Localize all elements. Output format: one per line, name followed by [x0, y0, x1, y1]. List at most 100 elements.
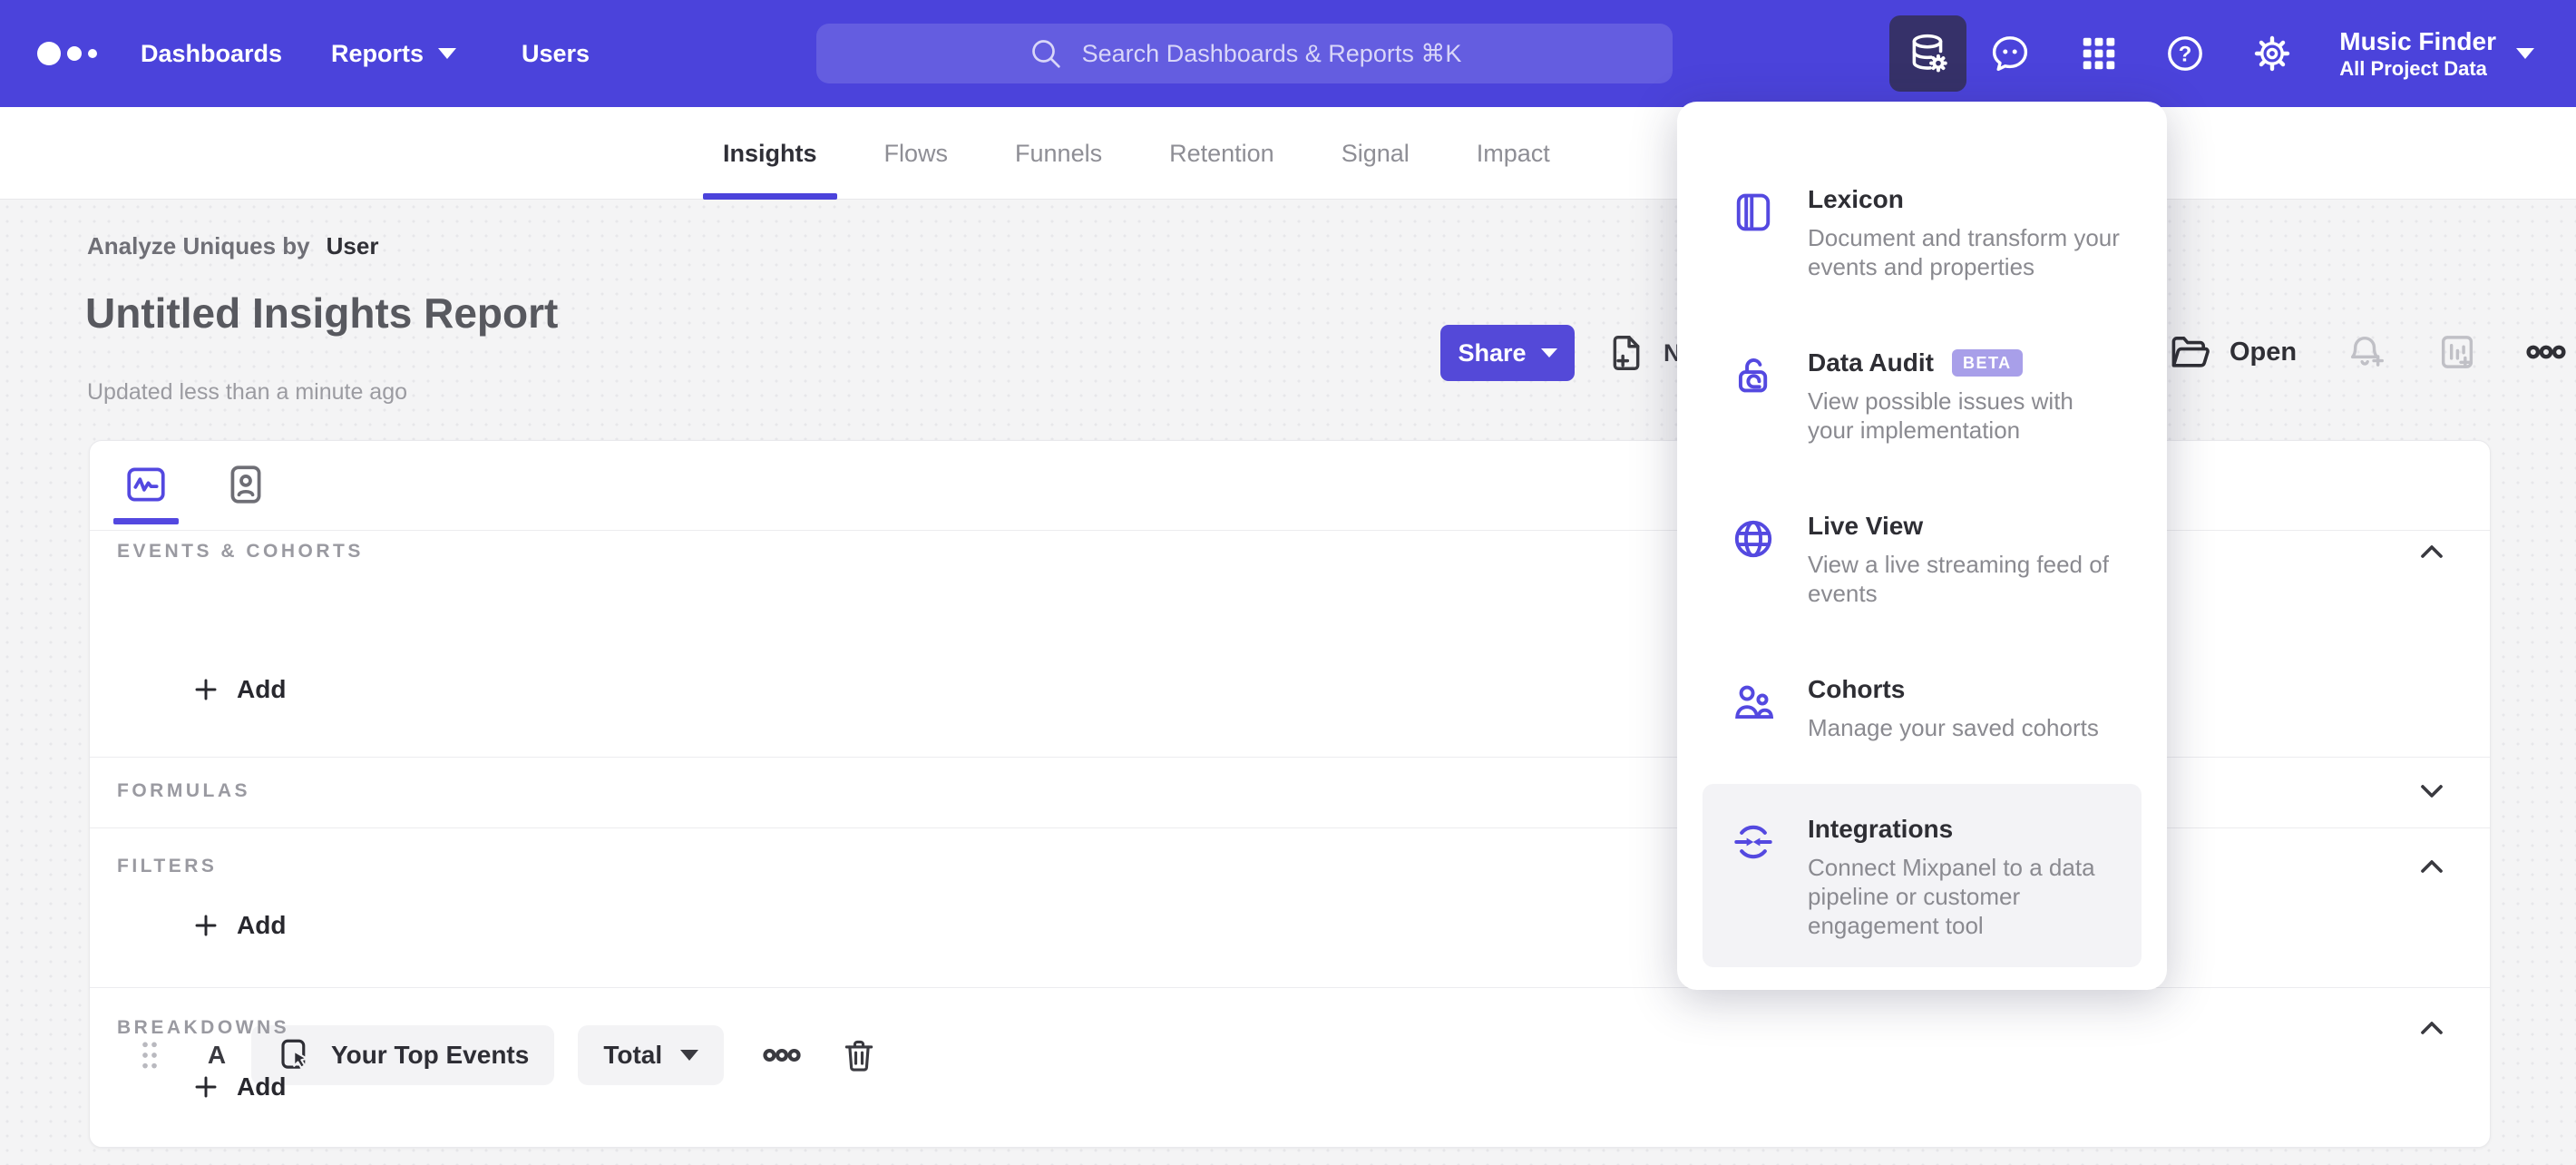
apps-grid-button[interactable]	[2060, 15, 2137, 92]
menu-item-description: View a live streaming feed of events	[1808, 551, 2109, 607]
search-icon	[1031, 40, 1060, 68]
event-cursor-icon	[281, 1039, 308, 1069]
collapse-breakdowns-button[interactable]	[2412, 1008, 2452, 1048]
cohorts-people-icon	[1730, 679, 1777, 742]
settings-button[interactable]	[2233, 15, 2310, 92]
help-button[interactable]: ?	[2146, 15, 2223, 92]
search-input[interactable]: Search Dashboards & Reports ⌘K	[816, 24, 1673, 83]
report-actions: Open	[2168, 330, 2567, 374]
collapse-events-button[interactable]	[2412, 532, 2452, 572]
add-to-dashboard-button[interactable]	[2436, 331, 2478, 373]
menu-item-title: Lexicon	[1808, 185, 1904, 213]
aggregation-value: Total	[603, 1041, 663, 1069]
nav-reports[interactable]: Reports	[331, 0, 457, 107]
trash-icon	[844, 1040, 873, 1072]
tab-retention[interactable]: Retention	[1169, 107, 1274, 200]
tab-events-view[interactable]	[113, 455, 179, 524]
pulse-chart-icon	[127, 467, 165, 502]
nav-users-label: Users	[522, 39, 590, 67]
expand-formulas-button[interactable]	[2412, 771, 2452, 811]
event-selector-chip[interactable]: Your Top Events	[251, 1025, 555, 1085]
chevron-down-icon	[2421, 785, 2443, 798]
menu-item-description: View possible issues with your implement…	[1808, 387, 2073, 444]
menu-item-integrations[interactable]: Integrations Connect Mixpanel to a data …	[1703, 784, 2142, 967]
aggregation-dropdown[interactable]: Total	[578, 1025, 725, 1085]
svg-text:?: ?	[2178, 43, 2191, 67]
data-management-button[interactable]	[1889, 15, 1966, 92]
add-filter-button[interactable]: Add	[191, 911, 286, 940]
chevron-down-icon	[1540, 348, 1557, 357]
tab-profiles-view[interactable]	[217, 455, 275, 514]
menu-item-title: Live View	[1808, 512, 1924, 540]
menu-item-lexicon[interactable]: Lexicon Document and transform your even…	[1703, 154, 2142, 308]
report-title[interactable]: Untitled Insights Report	[85, 289, 558, 338]
project-data-scope: All Project Data	[2339, 57, 2487, 80]
delete-event-button[interactable]	[840, 1036, 878, 1074]
profile-card-icon	[230, 465, 261, 504]
drag-handle[interactable]	[132, 1035, 168, 1075]
grid-icon	[2083, 37, 2114, 70]
nav-reports-label: Reports	[331, 39, 424, 67]
open-report-label: Open	[2230, 337, 2298, 367]
nav-users[interactable]: Users	[522, 0, 590, 107]
share-button[interactable]: Share	[1440, 325, 1575, 381]
chevron-down-icon	[438, 48, 457, 59]
analyze-by-dropdown[interactable]: User	[327, 232, 379, 260]
tab-signal[interactable]: Signal	[1342, 107, 1410, 200]
chevron-up-icon	[2421, 545, 2443, 558]
tab-impact-label: Impact	[1476, 139, 1550, 167]
create-alert-button[interactable]	[2346, 331, 2387, 373]
add-event-button[interactable]: Add	[191, 675, 286, 704]
tab-signal-label: Signal	[1341, 139, 1410, 167]
tab-flows[interactable]: Flows	[884, 107, 949, 200]
share-button-label: Share	[1458, 338, 1527, 367]
menu-item-title: Data Audit	[1808, 348, 1934, 377]
search-placeholder: Search Dashboards & Reports ⌘K	[1081, 39, 1462, 67]
menu-item-title: Cohorts	[1808, 675, 1906, 703]
event-more-button[interactable]	[762, 1035, 802, 1075]
add-breakdown-button[interactable]: Add	[191, 1072, 286, 1101]
chevron-down-icon	[680, 1050, 699, 1061]
report-updated-status: Updated less than a minute ago	[87, 379, 408, 405]
more-horizontal-icon	[2526, 345, 2566, 359]
tab-impact[interactable]: Impact	[1477, 107, 1550, 200]
top-navbar: Dashboards Reports Users Search Dashboar…	[0, 0, 2576, 107]
more-horizontal-icon	[763, 1048, 801, 1062]
integrations-sync-icon	[1730, 818, 1777, 940]
bell-plus-icon	[2351, 336, 2385, 367]
section-events-cohorts: EVENTS & COHORTS	[117, 541, 364, 562]
tab-insights[interactable]: Insights	[703, 107, 836, 200]
tab-insights-label: Insights	[723, 139, 817, 167]
document-plus-icon	[1613, 336, 1640, 370]
gear-icon	[2254, 35, 2289, 72]
menu-item-live-view[interactable]: Live View View a live streaming feed of …	[1703, 481, 2142, 635]
section-filters: FILTERS	[117, 856, 218, 876]
mixpanel-logo-icon[interactable]	[36, 32, 136, 75]
report-tabbar: Insights Flows Funnels Retention Signal …	[0, 107, 2576, 200]
chat-bubble-icon	[1992, 36, 2027, 72]
open-report-button[interactable]: Open	[2168, 330, 2297, 374]
series-letter: A	[207, 1041, 227, 1069]
tab-funnels[interactable]: Funnels	[1015, 107, 1102, 200]
menu-item-title: Integrations	[1808, 815, 1954, 843]
menu-item-cohorts[interactable]: Cohorts Manage your saved cohorts	[1703, 644, 2142, 769]
add-breakdown-label: Add	[237, 1072, 287, 1101]
report-more-button[interactable]	[2525, 331, 2567, 373]
project-selector[interactable]: Music Finder All Project Data	[2339, 0, 2534, 107]
collapse-filters-button[interactable]	[2412, 847, 2452, 886]
data-management-menu: Lexicon Document and transform your even…	[1677, 102, 2167, 990]
add-filter-label: Add	[237, 911, 287, 939]
nav-dashboards-label: Dashboards	[141, 39, 283, 67]
menu-item-data-audit[interactable]: Data Audit BETA View possible issues wit…	[1703, 318, 2142, 472]
project-name: Music Finder	[2339, 27, 2496, 55]
analyze-prefix: Analyze Uniques by	[87, 232, 310, 259]
add-event-label: Add	[237, 675, 287, 703]
database-gear-icon	[1912, 34, 1947, 73]
plus-icon	[195, 1076, 217, 1098]
chart-plus-icon	[2442, 336, 2474, 368]
nav-dashboards[interactable]: Dashboards	[141, 0, 282, 107]
lexicon-book-icon	[1730, 189, 1777, 281]
chevron-up-icon	[2421, 1022, 2443, 1034]
chevron-up-icon	[2421, 860, 2443, 873]
feedback-button[interactable]	[1971, 15, 2048, 92]
